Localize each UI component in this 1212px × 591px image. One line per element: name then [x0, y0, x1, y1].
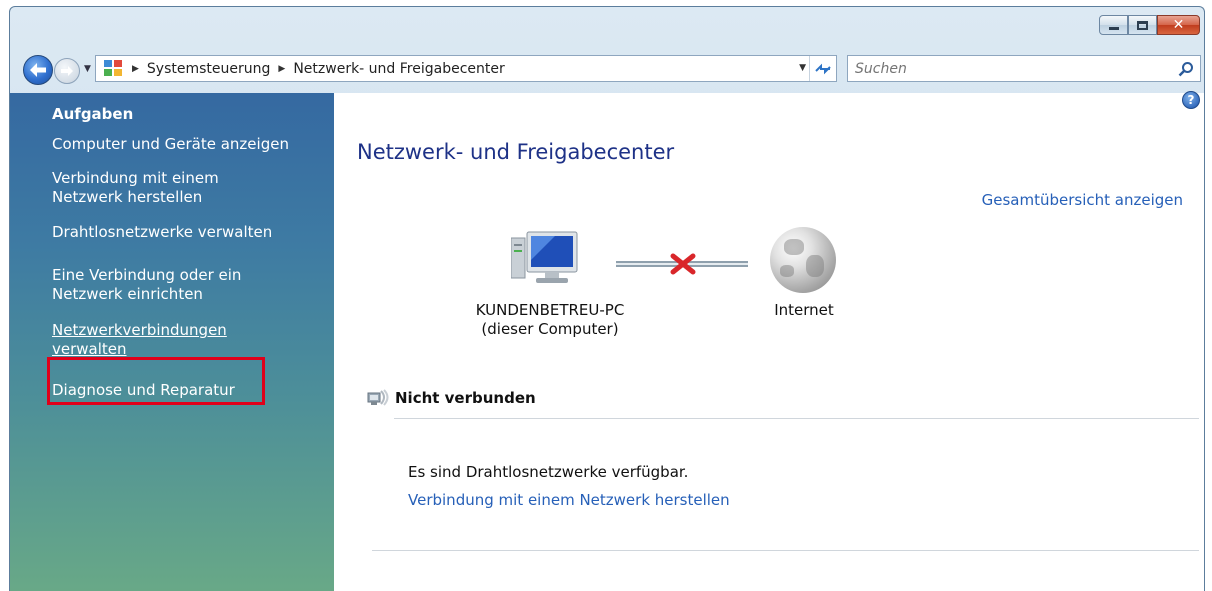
navigation-bar: ▼ ▶ Systemsteuerung ▶ Netzwerk- und Frei… — [10, 51, 1204, 93]
refresh-icon — [815, 63, 831, 74]
title-bar: ✕ — [10, 7, 1204, 47]
bottom-divider — [372, 550, 1199, 551]
connect-to-network-link[interactable]: Verbindung mit einem Netzwerk herstellen — [408, 491, 730, 509]
highlight-annotation — [47, 357, 265, 405]
computer-name: KUNDENBETREU-PC — [475, 301, 625, 319]
computer-icon[interactable] — [510, 230, 581, 288]
minimize-button[interactable] — [1099, 15, 1128, 35]
sidebar-item-computer-geraete[interactable]: Computer und Geräte anzeigen — [52, 135, 322, 154]
search-icon[interactable] — [1178, 61, 1194, 77]
explorer-window: ✕ ▼ ▶ Systemsteuerung ▶ Netzwerk- und Fr… — [9, 6, 1205, 591]
back-button[interactable] — [23, 55, 53, 85]
network-icon — [367, 389, 389, 406]
tasks-heading: Aufgaben — [52, 105, 134, 123]
search-box[interactable] — [847, 55, 1201, 82]
chevron-right-icon: ▶ — [132, 63, 139, 74]
computer-subtitle: (dieser Computer) — [481, 320, 619, 338]
computer-label: KUNDENBETREU-PC (dieser Computer) — [450, 301, 650, 339]
section-title: Nicht verbunden — [395, 389, 536, 407]
disconnected-x-icon — [668, 249, 698, 279]
forward-button[interactable] — [54, 58, 80, 84]
full-map-link[interactable]: Gesamtübersicht anzeigen — [982, 191, 1183, 209]
internet-label: Internet — [774, 301, 834, 319]
sidebar-item-verbindung-herstellen[interactable]: Verbindung mit einem Netzwerk herstellen — [52, 169, 252, 207]
sidebar-item-netzwerkverbindungen[interactable]: Netzwerkverbindungen verwalten — [52, 321, 252, 359]
back-arrow-icon — [30, 63, 46, 77]
address-dropdown-icon[interactable]: ▼ — [799, 63, 806, 73]
breadcrumb-netzwerkcenter[interactable]: Netzwerk- und Freigabecenter — [293, 61, 504, 77]
control-panel-icon — [104, 59, 124, 78]
minimize-icon — [1108, 26, 1119, 30]
maximize-icon — [1137, 20, 1148, 30]
window-controls: ✕ — [1099, 15, 1200, 35]
refresh-button[interactable] — [809, 56, 836, 81]
breadcrumb-systemsteuerung[interactable]: Systemsteuerung — [147, 61, 270, 77]
address-bar[interactable]: ▶ Systemsteuerung ▶ Netzwerk- und Freiga… — [95, 55, 837, 82]
globe-icon[interactable] — [770, 227, 836, 293]
section-divider — [394, 418, 1199, 419]
close-icon: ✕ — [1172, 17, 1185, 33]
network-section-header: Nicht verbunden — [367, 389, 536, 407]
sidebar-item-verbindung-einrichten[interactable]: Eine Verbindung oder ein Netzwerk einric… — [52, 266, 262, 304]
search-input[interactable] — [848, 60, 1158, 77]
chevron-right-icon: ▶ — [278, 63, 286, 74]
close-button[interactable]: ✕ — [1157, 15, 1200, 35]
recent-pages-dropdown[interactable]: ▼ — [84, 64, 91, 74]
wireless-status-text: Es sind Drahtlosnetzwerke verfügbar. — [408, 463, 689, 481]
forward-arrow-icon — [61, 66, 73, 76]
help-icon[interactable]: ? — [1182, 91, 1200, 109]
task-pane: Aufgaben Computer und Geräte anzeigen Ve… — [10, 93, 334, 591]
page-title: Netzwerk- und Freigabecenter — [357, 140, 675, 164]
sidebar-item-drahtlosnetzwerke[interactable]: Drahtlosnetzwerke verwalten — [52, 223, 322, 242]
main-content: ? Netzwerk- und Freigabecenter Gesamtübe… — [334, 91, 1204, 591]
maximize-button[interactable] — [1128, 15, 1157, 35]
